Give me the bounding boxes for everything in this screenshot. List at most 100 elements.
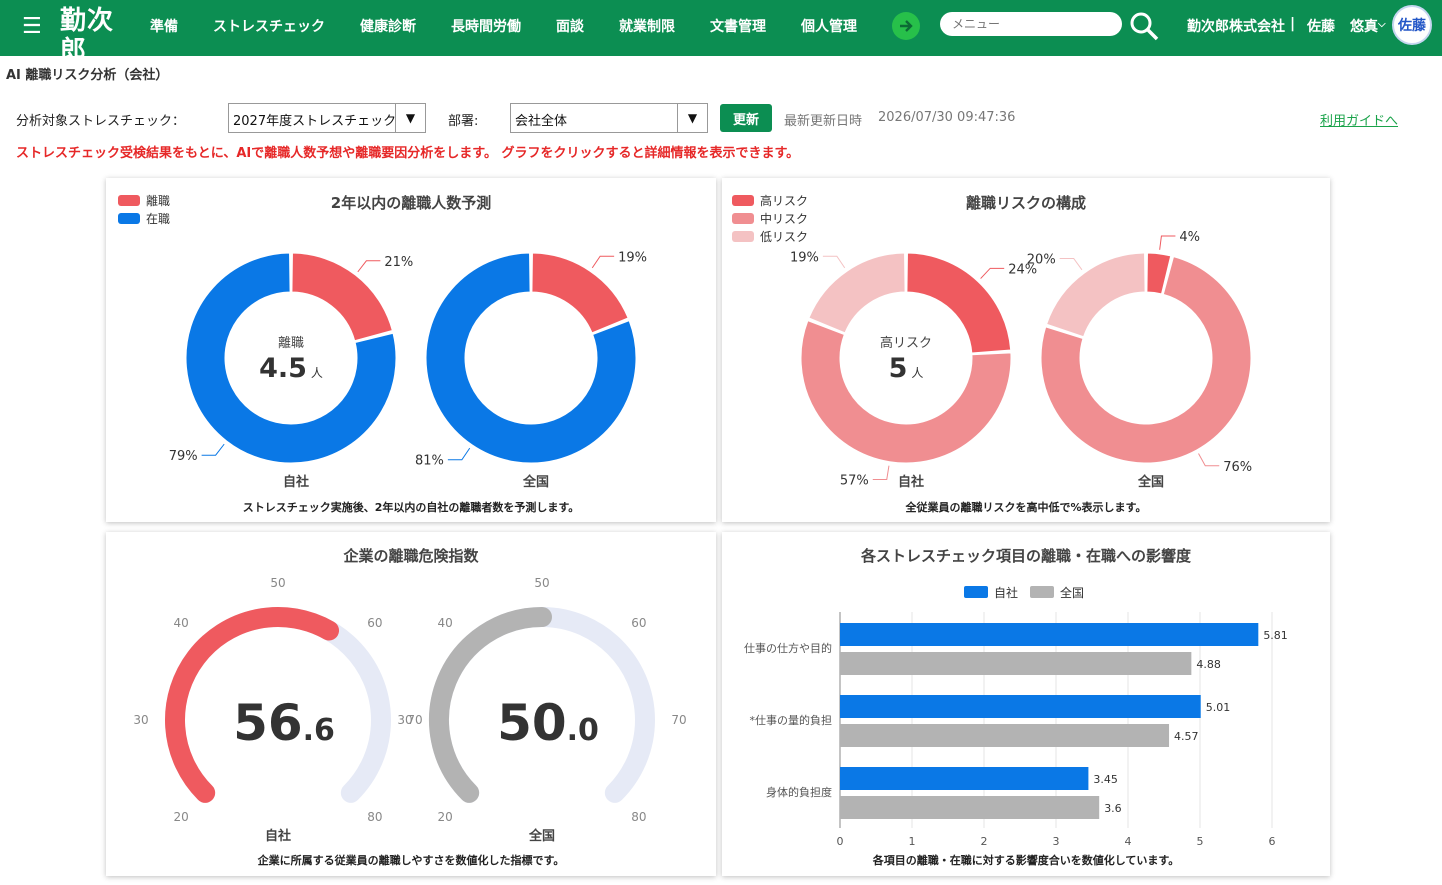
- gauge-tick-label: 80: [367, 810, 382, 824]
- avatar[interactable]: 佐藤: [1392, 5, 1432, 45]
- user-last-name: 佐藤: [1307, 19, 1335, 35]
- risk-index-chart[interactable]: 2030405060708056.6自社2030405060708050.0全国: [106, 532, 716, 876]
- bar[interactable]: [840, 623, 1259, 646]
- gauge-value: 50.0: [497, 694, 599, 752]
- nav-item-health-checkup[interactable]: 健康診断: [360, 16, 416, 36]
- top-nav: ☰ 勤次郎 UNIVERSAL KINJIRO 準備 ストレスチェック 健康診断…: [0, 0, 1442, 81]
- dropdown-arrow-icon: ▼: [395, 104, 425, 132]
- bar-value-label: 4.88: [1196, 658, 1221, 671]
- slice-leader-line: [822, 255, 846, 269]
- center-value: 5人: [889, 353, 924, 384]
- slice-percent-label: 57%: [840, 473, 869, 488]
- logo[interactable]: 勤次郎 UNIVERSAL KINJIRO: [60, 6, 132, 81]
- notice-text: ストレスチェック受検結果をもとに、AIで離職人数予想や離職要因分析をします。 グ…: [16, 146, 800, 161]
- donut-slice[interactable]: [808, 252, 906, 334]
- nav-item-preparation[interactable]: 準備: [150, 16, 178, 36]
- donut-slice[interactable]: [291, 252, 393, 342]
- gauge-tick-label: 50: [270, 576, 285, 590]
- menu-search-input[interactable]: [940, 12, 1122, 36]
- go-arrow-icon[interactable]: [892, 12, 920, 40]
- user-first-name[interactable]: 悠真: [1350, 16, 1378, 36]
- bar[interactable]: [840, 767, 1089, 790]
- card-impact[interactable]: 自社 全国 0 1 2 3 4 5 6 仕事の仕方や目的 5.81 4.88 *仕事の量的負担 5.01 4…: [722, 532, 1330, 876]
- x-tick-label: 2: [981, 835, 988, 848]
- x-tick-label: 1: [909, 835, 916, 848]
- card-risk-composition[interactable]: 高リスク 中リスク 低リスク 24% 57% 19% 高リスク 5 人自社 4% 76% 20% 全国 …: [722, 178, 1330, 522]
- hamburger-menu-icon[interactable]: ☰: [22, 14, 42, 40]
- slice-leader-line: [447, 447, 471, 461]
- update-button[interactable]: 更新: [720, 104, 772, 132]
- chevron-down-icon[interactable]: ⌵: [1378, 19, 1386, 30]
- nav-item-overtime[interactable]: 長時間労働: [451, 16, 521, 36]
- bar-value-label: 3.6: [1104, 802, 1122, 815]
- last-updated-label: 最新更新日時: [784, 114, 863, 129]
- legend-swatch: [964, 586, 988, 598]
- gauge-tick-label: 20: [437, 810, 452, 824]
- slice-leader-line: [1059, 257, 1083, 271]
- gauge-tick-label: 80: [631, 810, 646, 824]
- nav-item-personal[interactable]: 個人管理: [801, 16, 857, 36]
- dept-label: 部署:: [448, 114, 479, 129]
- donut-slice[interactable]: [1045, 252, 1146, 338]
- slice-percent-label: 81%: [415, 454, 444, 469]
- dropdown-arrow-icon: ▼: [677, 104, 707, 132]
- bar[interactable]: [840, 695, 1201, 718]
- slice-percent-label: 19%: [618, 250, 647, 265]
- bar-value-label: 5.81: [1263, 629, 1288, 642]
- card-attrition-forecast[interactable]: 離職 在職 21% 79% 離職 4.5 人自社 19% 81% 全国 2年以内の離職人数予測 ス…: [106, 178, 716, 522]
- nav-item-work-restriction[interactable]: 就業制限: [619, 16, 675, 36]
- legend-swatch: [732, 213, 754, 224]
- x-tick-label: 3: [1053, 835, 1060, 848]
- x-tick-label: 5: [1197, 835, 1204, 848]
- bar-value-label: 3.45: [1093, 773, 1118, 786]
- slice-percent-label: 20%: [1027, 252, 1056, 267]
- bar[interactable]: [840, 652, 1192, 675]
- donut-label: 自社: [898, 474, 924, 490]
- dept-select[interactable]: 会社全体 ▼: [510, 103, 708, 133]
- card-risk-index[interactable]: 20 30 40 50 60 70 80 56.6 自社 20 30 40 50 60 70 80 50.0 全国…: [106, 532, 716, 876]
- search-icon[interactable]: [1128, 10, 1160, 42]
- chart-footer: 全従業員の離職リスクを高中低で%表示します。: [905, 501, 1147, 514]
- target-select[interactable]: 2027年度ストレスチェック ▼: [228, 103, 426, 133]
- x-tick-label: 0: [837, 835, 844, 848]
- bar[interactable]: [840, 796, 1100, 819]
- slice-leader-line: [1159, 235, 1176, 250]
- gauge-value: 56.6: [233, 694, 335, 752]
- legend-label: 中リスク: [760, 211, 808, 226]
- nav-item-stress-check[interactable]: ストレスチェック: [213, 16, 325, 36]
- attrition-forecast-chart[interactable]: 離職在職21%79%離職4.5 人自社19%81%全国: [106, 178, 716, 522]
- slice-percent-label: 21%: [384, 255, 413, 270]
- target-label: 分析対象ストレスチェック：: [16, 114, 186, 129]
- impact-bar-chart[interactable]: 自社 全国 0 1 2 3 4 5 6 仕事の仕方や目的 5.81 4.88 *仕事の量的負担 5.01 4…: [722, 532, 1330, 876]
- category-label: 身体的負担度: [766, 785, 832, 799]
- gauge-label: 全国: [528, 828, 555, 844]
- gauge-label: 自社: [265, 828, 291, 844]
- slice-leader-line: [1198, 453, 1220, 467]
- gauge-tick-label: 40: [437, 616, 452, 630]
- slice-percent-label: 76%: [1223, 460, 1252, 475]
- bar[interactable]: [840, 724, 1170, 747]
- donut-label: 全国: [522, 474, 549, 490]
- donut-label: 全国: [1137, 474, 1164, 490]
- donut-label: 自社: [283, 474, 309, 490]
- legend-swatch: [118, 213, 140, 224]
- donut-slice[interactable]: [531, 252, 629, 334]
- x-tick-label: 4: [1125, 835, 1132, 848]
- center-value: 4.5 人: [259, 353, 323, 384]
- nav-item-interview[interactable]: 面談: [556, 16, 584, 36]
- nav-item-documents[interactable]: 文書管理: [710, 16, 766, 36]
- bar-value-label: 5.01: [1206, 701, 1231, 714]
- guide-link[interactable]: 利用ガイドへ: [1320, 110, 1398, 129]
- gauge-tick-label: 70: [671, 713, 686, 727]
- page-title: AI 離職リスク分析（会社）: [6, 68, 169, 83]
- legend-label: 自社: [994, 585, 1018, 600]
- legend-label: 全国: [1060, 585, 1084, 600]
- gauge-tick-label: 30: [397, 713, 412, 727]
- center-label: 離職: [278, 336, 304, 351]
- chart-title: 離職リスクの構成: [965, 194, 1086, 212]
- slice-leader-line: [591, 255, 615, 269]
- slice-leader-line: [357, 260, 381, 273]
- last-updated-value: 2026/07/30 09:47:36: [878, 110, 1016, 125]
- risk-composition-chart[interactable]: 高リスク中リスク低リスク24%57%19%高リスク5 人自社4%76%20%全国: [722, 178, 1330, 522]
- chart-title: 各ストレスチェック項目の離職・在職への影響度: [860, 547, 1191, 565]
